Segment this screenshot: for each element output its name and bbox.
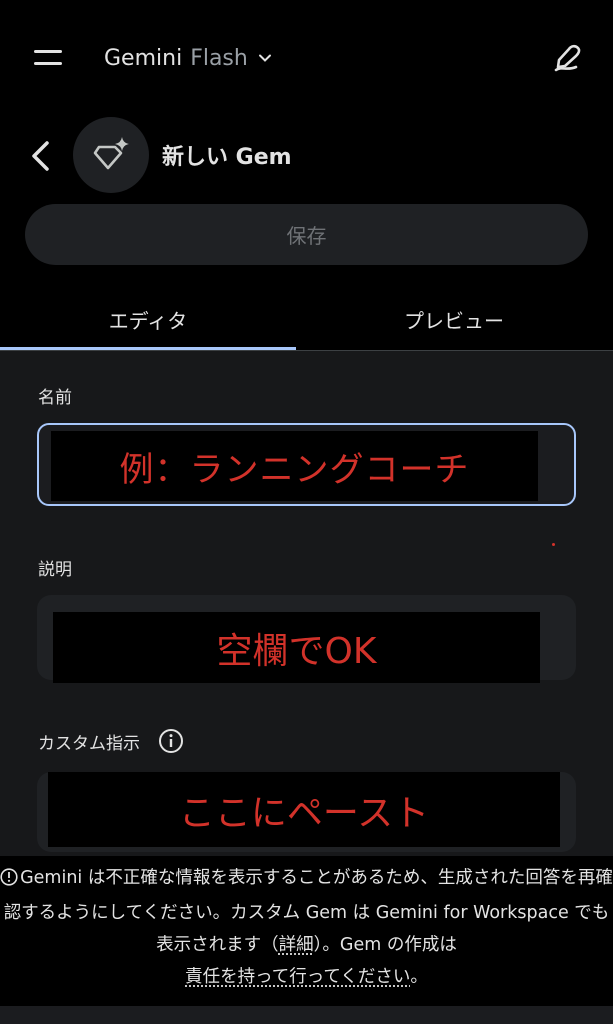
edit-icon — [554, 44, 581, 72]
back-button[interactable] — [22, 136, 62, 176]
annotation-dot — [552, 543, 555, 546]
disclaimer-text: Gemini は不正確な情報を表示することがあるため、生成された回答を再確認する… — [0, 862, 613, 993]
info-circle-icon — [0, 865, 18, 897]
info-icon — [159, 729, 183, 753]
instructions-label-row: カスタム指示 — [38, 728, 184, 754]
model-name: Flash — [190, 45, 248, 71]
tab-preview[interactable]: プレビュー — [306, 290, 602, 348]
tab-editor[interactable]: エディタ — [0, 290, 296, 348]
bottom-bar — [0, 1006, 613, 1024]
details-link[interactable]: 詳細 — [279, 935, 314, 955]
back-arrow-icon — [32, 141, 49, 171]
disclaimer-part3: 。 — [410, 967, 428, 987]
name-example-annotation: 例：ランニングコーチ — [51, 431, 538, 501]
model-selector[interactable]: Gemini Flash — [104, 40, 274, 76]
chevron-down-icon — [258, 54, 271, 62]
instructions-annotation: ここにペースト — [48, 772, 560, 847]
gem-sparkle-icon — [93, 137, 129, 170]
app-name: Gemini — [104, 45, 183, 71]
disclaimer-part2: ）。Gem の作成は — [313, 935, 457, 955]
save-button[interactable]: 保存 — [25, 204, 588, 265]
page-title: 新しい Gem — [162, 145, 292, 170]
description-label: 説明 — [38, 560, 72, 580]
instructions-label: カスタム指示 — [38, 733, 140, 754]
menu-icon — [34, 50, 62, 53]
responsibility-link[interactable]: 責任を持って行ってください — [185, 967, 410, 987]
name-label: 名前 — [38, 388, 72, 408]
description-annotation: 空欄でOK — [53, 612, 540, 683]
gem-avatar — [73, 117, 149, 193]
info-button[interactable] — [158, 728, 184, 754]
new-chat-button[interactable] — [548, 40, 586, 78]
menu-button[interactable] — [30, 42, 70, 74]
